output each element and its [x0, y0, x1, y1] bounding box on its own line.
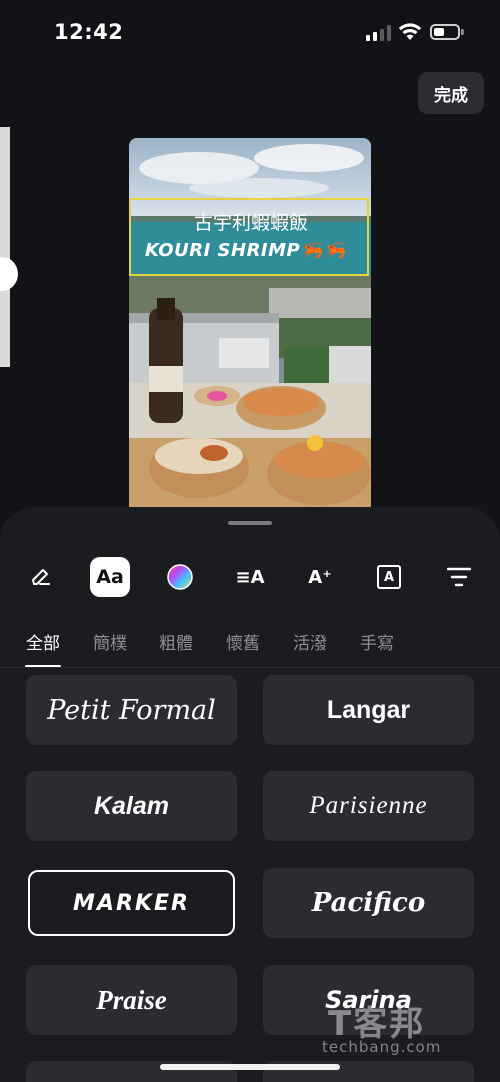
text-background-glyph: A — [383, 569, 395, 585]
tab-bold[interactable]: 粗體 — [159, 629, 193, 654]
font-card-kalam[interactable]: Kalam — [26, 771, 237, 841]
font-card-petit-formal[interactable]: Petit Formal — [26, 675, 237, 745]
tool-font[interactable]: Aa — [90, 557, 130, 597]
tool-color[interactable] — [160, 557, 200, 597]
color-wheel-icon — [167, 564, 193, 590]
cellular-signal-icon — [366, 25, 391, 41]
text-align-icon: ≡A — [235, 566, 265, 588]
font-card-label: Parisienne — [309, 792, 428, 819]
status-time: 12:42 — [54, 20, 124, 44]
tool-filter[interactable] — [439, 557, 479, 597]
font-card-pacifico[interactable]: Pacifico — [263, 868, 474, 938]
watermark-en: techbang.com — [322, 1038, 442, 1056]
font-card-langar[interactable]: Langar — [263, 675, 474, 745]
battery-icon — [430, 24, 460, 40]
tab-all[interactable]: 全部 — [26, 629, 60, 654]
tab-simple[interactable]: 簡樸 — [93, 629, 127, 654]
tab-divider — [0, 667, 500, 668]
font-card-praise[interactable]: Praise — [26, 965, 237, 1035]
tab-lively[interactable]: 活潑 — [293, 629, 327, 654]
wifi-icon — [398, 23, 422, 40]
home-indicator[interactable] — [160, 1064, 340, 1070]
tool-align[interactable]: ≡A — [230, 557, 270, 597]
status-bar: 12:42 — [0, 0, 500, 66]
tab-handwriting[interactable]: 手寫 — [360, 629, 394, 654]
text-overlay[interactable]: 古宇利蝦蝦飯 KOURI SHRIMP🦐🦐 — [129, 198, 369, 276]
category-tabs: 全部 簡樸 粗體 懷舊 活潑 手寫 — [0, 629, 500, 669]
font-card-label: Langar — [326, 695, 411, 724]
tool-effect[interactable]: A⁺ — [300, 557, 340, 597]
tool-background[interactable]: A — [369, 557, 409, 597]
sheet-grabber[interactable] — [228, 521, 272, 525]
battery-tip — [461, 29, 464, 35]
side-scrubber-handle[interactable] — [0, 257, 18, 291]
story-preview[interactable]: 古宇利蝦蝦飯 KOURI SHRIMP🦐🦐 — [129, 138, 371, 518]
food-photo — [129, 138, 371, 518]
font-card-label: Petit Formal — [47, 694, 216, 726]
overlay-title-cn: 古宇利蝦蝦飯 — [193, 212, 308, 234]
side-scrubber-track[interactable] — [0, 127, 10, 367]
done-button[interactable]: 完成 — [418, 72, 484, 114]
text-background-icon: A — [377, 565, 401, 589]
tab-retro[interactable]: 懷舊 — [226, 629, 260, 654]
watermark-logo: T客邦 techbang.com — [318, 996, 484, 1060]
overlay-title-en: KOURI SHRIMP🦐🦐 — [145, 240, 347, 261]
filter-lines-icon — [447, 567, 471, 587]
font-card-marker[interactable]: Marker — [28, 870, 235, 936]
tool-eraser[interactable] — [21, 557, 61, 597]
font-card-label: Pacifico — [311, 888, 426, 918]
font-card-parisienne[interactable]: Parisienne — [263, 771, 474, 841]
pencil-erase-icon — [32, 569, 50, 585]
font-card-label: Kalam — [93, 791, 170, 820]
font-card-label: Marker — [73, 890, 190, 916]
text-effect-icon: A⁺ — [308, 566, 332, 588]
font-card-label: Praise — [96, 984, 167, 1015]
font-style-icon: Aa — [96, 566, 124, 588]
